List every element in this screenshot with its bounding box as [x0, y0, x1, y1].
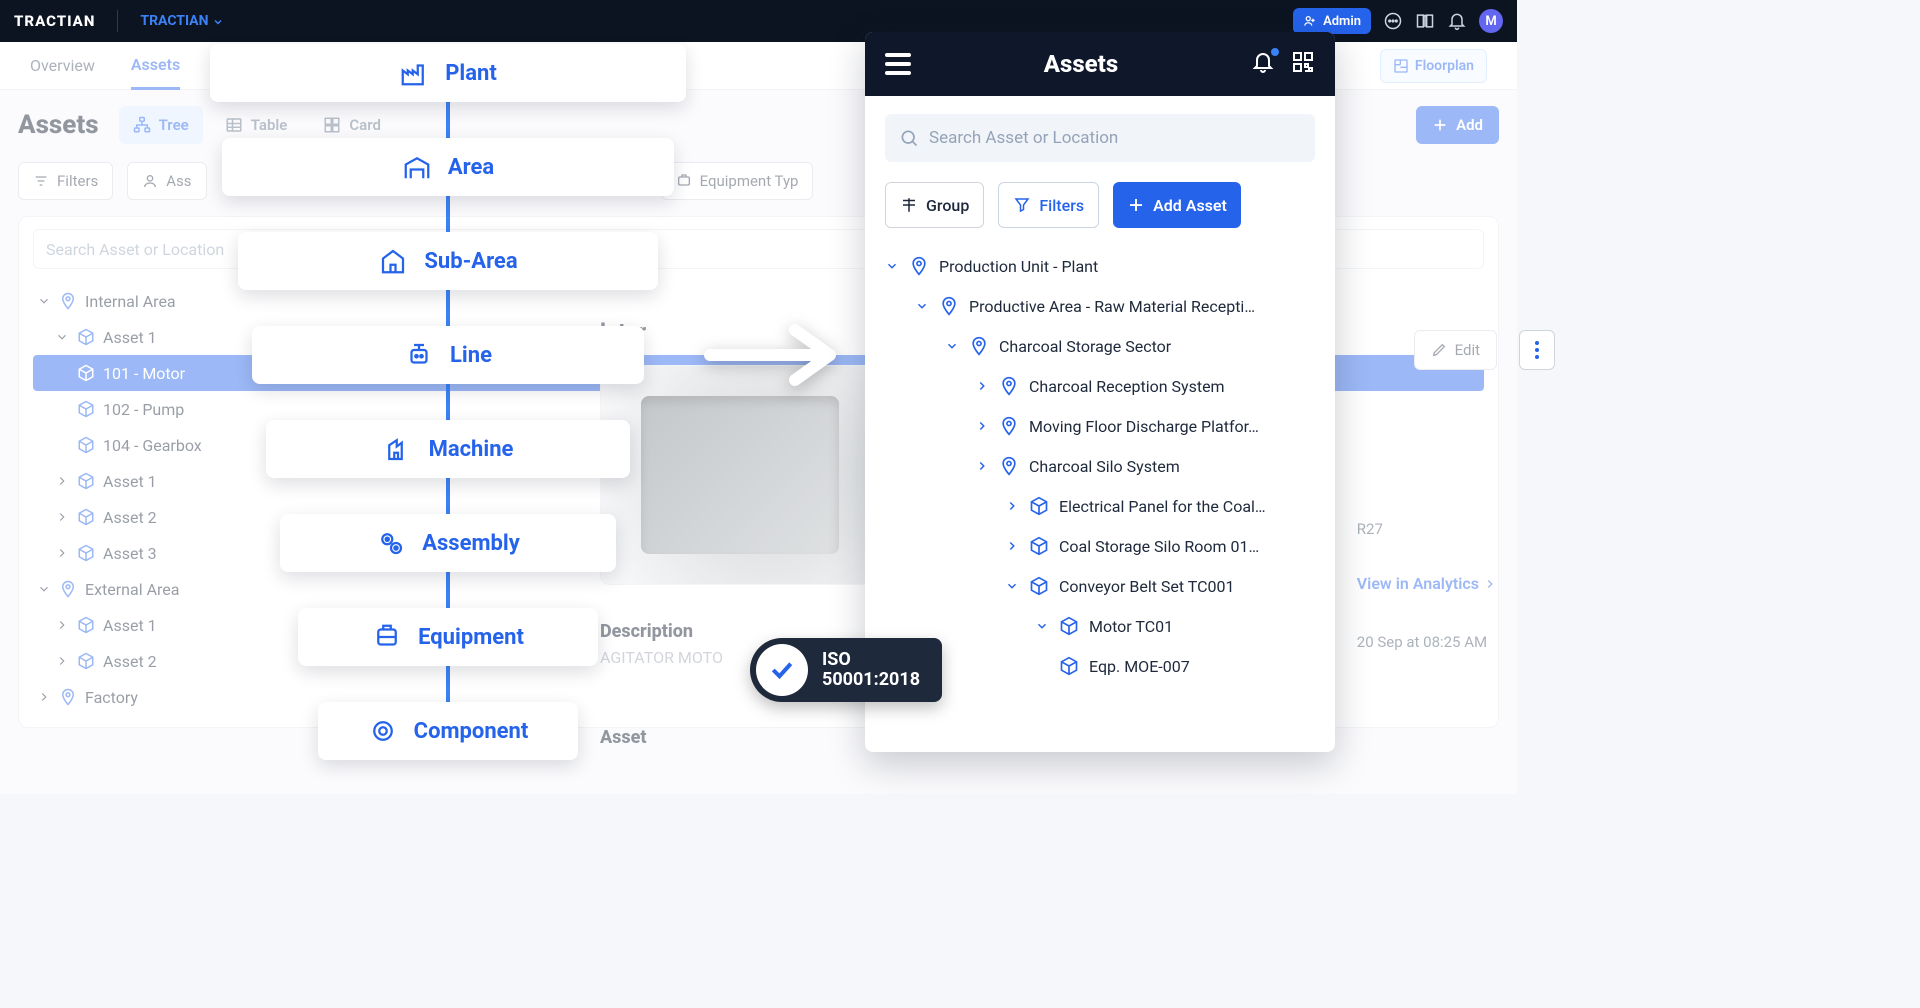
hier-equipment: Equipment — [298, 608, 598, 666]
hier-area: Area — [222, 138, 674, 196]
hier-line: Line — [252, 326, 644, 384]
hierarchy-overlay: Plant Area Sub-Area Line Machine Assembl… — [210, 44, 686, 760]
mobile-tree-row[interactable]: Coal Storage Silo Room 01… — [885, 526, 1315, 566]
mobile-tree-row[interactable]: Moving Floor Discharge Platfor… — [885, 406, 1315, 446]
mobile-tree-row[interactable]: Electrical Panel for the Coal… — [885, 486, 1315, 526]
factory-icon — [399, 58, 429, 88]
admin-label: Admin — [1323, 14, 1361, 29]
org-selector[interactable]: TRACTIAN — [140, 13, 224, 29]
funnel-icon — [1013, 196, 1031, 214]
user-add-icon — [1303, 14, 1317, 28]
menu-icon[interactable] — [885, 53, 911, 75]
hier-component: Component — [318, 702, 578, 760]
mobile-tree-row[interactable]: Charcoal Storage Sector — [885, 326, 1315, 366]
bell-icon[interactable] — [1447, 11, 1467, 31]
plus-icon — [1127, 196, 1145, 214]
mobile-tree-row[interactable]: Productive Area - Raw Material Recepti… — [885, 286, 1315, 326]
mobile-tree: Production Unit - PlantProductive Area -… — [885, 246, 1315, 686]
machine-icon — [383, 434, 413, 464]
gears-icon — [376, 528, 406, 558]
chat-icon[interactable] — [1383, 11, 1403, 31]
mobile-title: Assets — [911, 50, 1251, 78]
avatar-initial: M — [1485, 14, 1496, 29]
house-icon — [378, 246, 408, 276]
check-circle-icon — [756, 644, 808, 696]
mobile-header: Assets — [865, 32, 1335, 96]
hier-assembly: Assembly — [280, 514, 616, 572]
add-asset-button[interactable]: Add Asset — [1113, 182, 1241, 228]
arrow-icon — [700, 320, 850, 390]
kebab-icon — [1535, 341, 1539, 359]
hier-plant: Plant — [210, 44, 686, 102]
hier-subarea: Sub-Area — [238, 232, 658, 290]
equipment-icon — [372, 622, 402, 652]
ring-icon — [368, 716, 398, 746]
mobile-search[interactable]: Search Asset or Location — [885, 114, 1315, 162]
mobile-tree-row[interactable]: Motor TC01 — [885, 606, 1315, 646]
mobile-filters-button[interactable]: Filters — [998, 182, 1099, 228]
group-button[interactable]: Group — [885, 182, 984, 228]
search-icon — [899, 128, 919, 148]
bell-icon[interactable] — [1251, 50, 1275, 78]
more-menu[interactable] — [1519, 330, 1555, 370]
mobile-tree-row[interactable]: Production Unit - Plant — [885, 246, 1315, 286]
iso-line1: ISO — [822, 650, 920, 670]
warehouse-icon — [402, 152, 432, 182]
mobile-tree-row[interactable]: Charcoal Silo System — [885, 446, 1315, 486]
avatar[interactable]: M — [1479, 9, 1503, 33]
mobile-tree-row[interactable]: Charcoal Reception System — [885, 366, 1315, 406]
admin-button[interactable]: Admin — [1293, 8, 1371, 34]
book-icon[interactable] — [1415, 11, 1435, 31]
mobile-tree-row[interactable]: Eqp. MOE-007 — [885, 646, 1315, 686]
iso-line2: 50001:2018 — [822, 670, 920, 690]
mobile-tree-row[interactable]: Conveyor Belt Set TC001 — [885, 566, 1315, 606]
chevron-down-icon — [212, 16, 224, 28]
group-icon — [900, 196, 918, 214]
iso-badge: ISO 50001:2018 — [750, 638, 942, 702]
hier-machine: Machine — [266, 420, 630, 478]
brand-separator — [117, 10, 118, 32]
brand-logo: TRACTIAN — [14, 12, 95, 30]
org-name: TRACTIAN — [140, 13, 208, 29]
qr-icon[interactable] — [1291, 50, 1315, 78]
robot-icon — [404, 340, 434, 370]
